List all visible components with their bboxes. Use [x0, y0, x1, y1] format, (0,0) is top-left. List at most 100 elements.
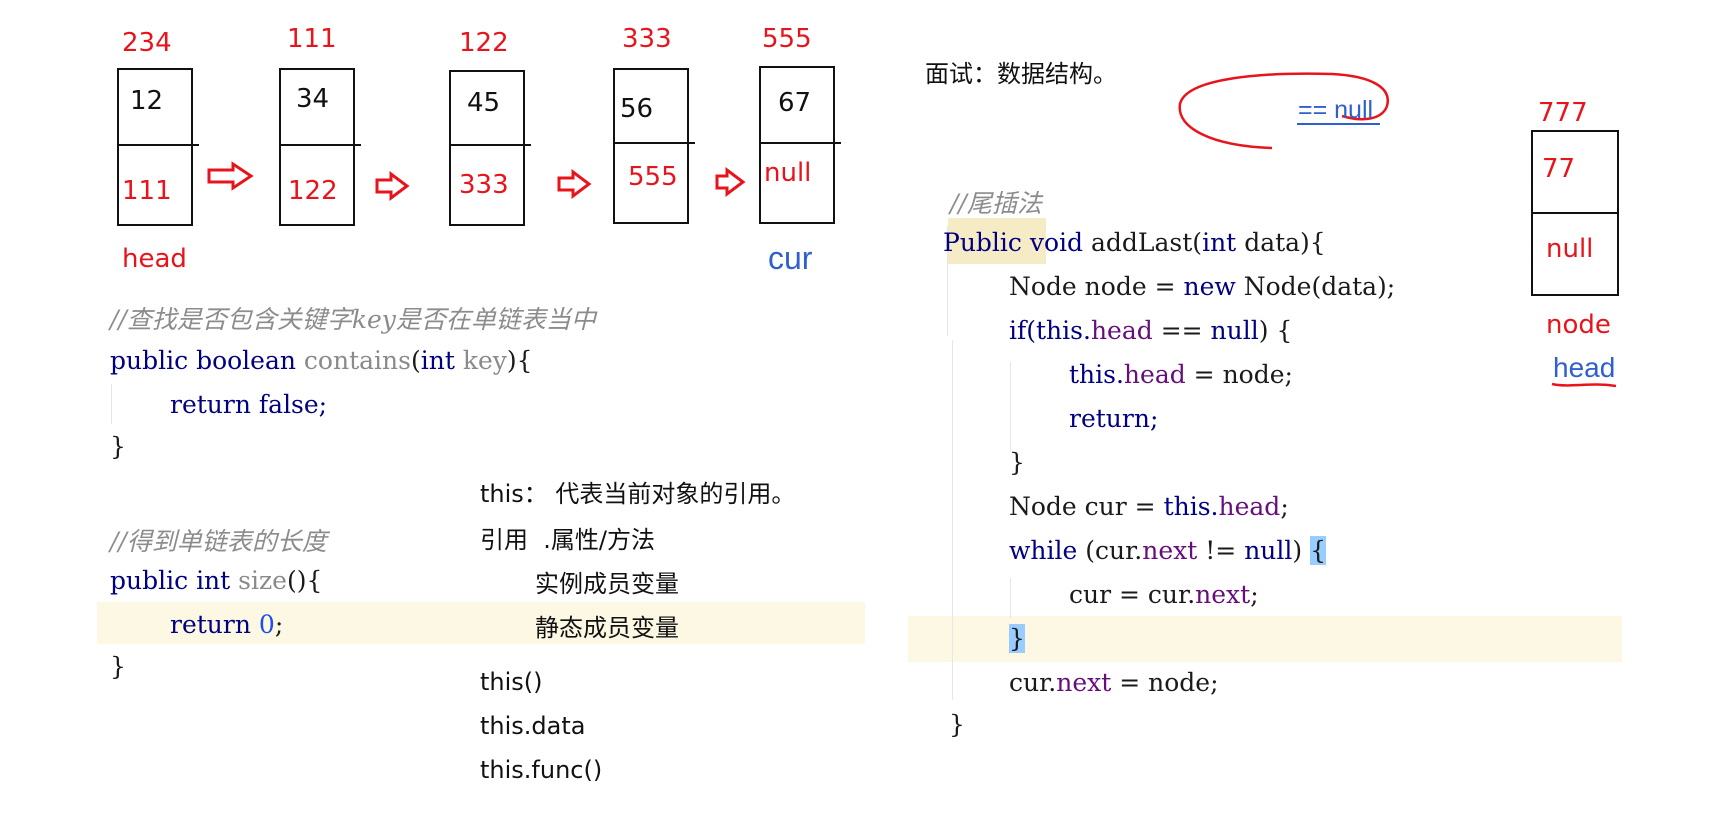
code-brace: {: [306, 566, 323, 595]
cur-label: cur: [768, 240, 813, 276]
node-next: 333: [459, 170, 509, 200]
code-close-brace: }: [110, 652, 126, 681]
node-next: 122: [288, 176, 338, 206]
node-value: 67: [778, 88, 812, 118]
code-text: ;: [1250, 580, 1259, 609]
code-keyword: int: [1202, 228, 1237, 257]
code-keyword: this.: [1036, 316, 1091, 345]
code-keyword: while: [1009, 536, 1078, 565]
code-keyword: public: [110, 566, 189, 595]
interview-note: 面试：数据结构。: [925, 60, 1117, 88]
code-text: (cur.: [1077, 536, 1143, 565]
note-line: this(): [480, 668, 543, 696]
code-field: next: [1142, 536, 1198, 565]
node-box: [613, 68, 695, 224]
code-text: addLast(: [1091, 228, 1203, 257]
code-line-1: Public void addLast(int data){: [943, 228, 1326, 257]
node-address: 122: [459, 28, 509, 58]
node-value: 45: [467, 88, 501, 118]
code-comment: //得到单链表的长度: [110, 527, 327, 556]
code-field: head: [1218, 492, 1281, 521]
note-line: this.func(): [480, 756, 603, 784]
code-line-5: return;: [1069, 404, 1159, 433]
code-text: cur = cur.: [1069, 580, 1196, 609]
code-brace: }: [1009, 624, 1025, 653]
code-field: head: [1090, 316, 1153, 345]
code-comment: //尾插法: [950, 189, 1042, 218]
head-label: head: [122, 244, 187, 274]
node-address: 111: [287, 24, 337, 54]
code-brace: {: [516, 346, 533, 375]
code-signature: public int size(){: [110, 566, 322, 595]
code-text: = node;: [1111, 668, 1219, 697]
code-line-4: this.head = node;: [1069, 360, 1293, 389]
node-label: node: [1546, 310, 1611, 340]
code-line-7: Node cur = this.head;: [1009, 492, 1289, 521]
code-text: ): [1292, 536, 1303, 565]
code-text: data){: [1244, 228, 1326, 257]
code-line-10: }: [1009, 624, 1025, 653]
code-text: Node(data);: [1243, 272, 1396, 301]
code-line-11: cur.next = node;: [1009, 668, 1219, 697]
node-next: 111: [122, 176, 172, 206]
code-keyword: return: [170, 610, 251, 639]
node-next: null: [1546, 234, 1594, 264]
code-keyword: null: [1210, 316, 1259, 345]
code-keyword: null: [1244, 536, 1293, 565]
node-value: 56: [620, 94, 654, 124]
code-keyword: public: [110, 346, 189, 375]
code-keyword: int: [196, 566, 231, 595]
code-text: Node cur =: [1009, 492, 1164, 521]
code-comment: //查找是否包含关键字key是否在单链表当中: [110, 305, 596, 334]
code-keyword: false;: [258, 390, 328, 419]
code-line-8: while (cur.next != null) {: [1009, 536, 1327, 565]
node-address: 777: [1538, 98, 1588, 128]
code-line-2: Node node = new Node(data);: [1009, 272, 1395, 301]
code-keyword: if(: [1009, 316, 1037, 345]
code-close-brace: }: [110, 432, 126, 461]
arrow-right-icon: [207, 161, 254, 191]
code-text: Node node =: [1009, 272, 1184, 301]
code-brace: {: [1310, 536, 1327, 565]
arrow-right-icon: [375, 171, 410, 201]
note-line: 静态成员变量: [535, 614, 679, 642]
code-text: {: [1268, 316, 1293, 345]
note-line: this.data: [480, 712, 586, 740]
code-line-12: }: [949, 710, 965, 739]
code-field: head: [1123, 360, 1186, 389]
code-number: 0: [258, 610, 275, 639]
code-keyword: Public: [943, 228, 1022, 257]
node-value: 77: [1542, 154, 1576, 184]
node-next: null: [764, 158, 812, 188]
code-keyword: this.: [1163, 492, 1219, 521]
code-keyword: int: [420, 346, 455, 375]
code-line-9: cur = cur.next;: [1069, 580, 1259, 609]
code-keyword: this.: [1069, 360, 1124, 389]
code-text: cur.: [1009, 668, 1057, 697]
code-keyword: void: [1029, 228, 1084, 257]
underline-mark: [1297, 123, 1380, 125]
code-line-3: if(this.head == null) {: [1009, 316, 1292, 345]
code-field: next: [1195, 580, 1251, 609]
code-keyword: boolean: [196, 346, 296, 375]
code-text: ;: [1280, 492, 1289, 521]
note-line: this： 代表当前对象的引用。: [480, 480, 796, 508]
code-text: ==: [1152, 316, 1211, 345]
code-text: = node;: [1185, 360, 1293, 389]
arrow-right-icon: [715, 167, 746, 197]
node-address: 555: [762, 24, 812, 54]
code-field: next: [1056, 668, 1112, 697]
code-text: ): [1258, 316, 1269, 345]
code-keyword: new: [1183, 272, 1236, 301]
arrow-right-icon: [557, 169, 592, 199]
code-keyword: return: [170, 390, 251, 419]
node-value: 34: [296, 84, 330, 114]
node-next: 555: [628, 162, 678, 192]
code-param: key: [462, 346, 507, 375]
node-value: 12: [130, 86, 164, 116]
code-return-line: return 0;: [170, 610, 284, 639]
code-line-6: }: [1009, 448, 1025, 477]
code-method-name: size: [238, 566, 287, 595]
note-line: 引用 .属性/方法: [480, 526, 655, 554]
note-line: 实例成员变量: [535, 570, 679, 598]
